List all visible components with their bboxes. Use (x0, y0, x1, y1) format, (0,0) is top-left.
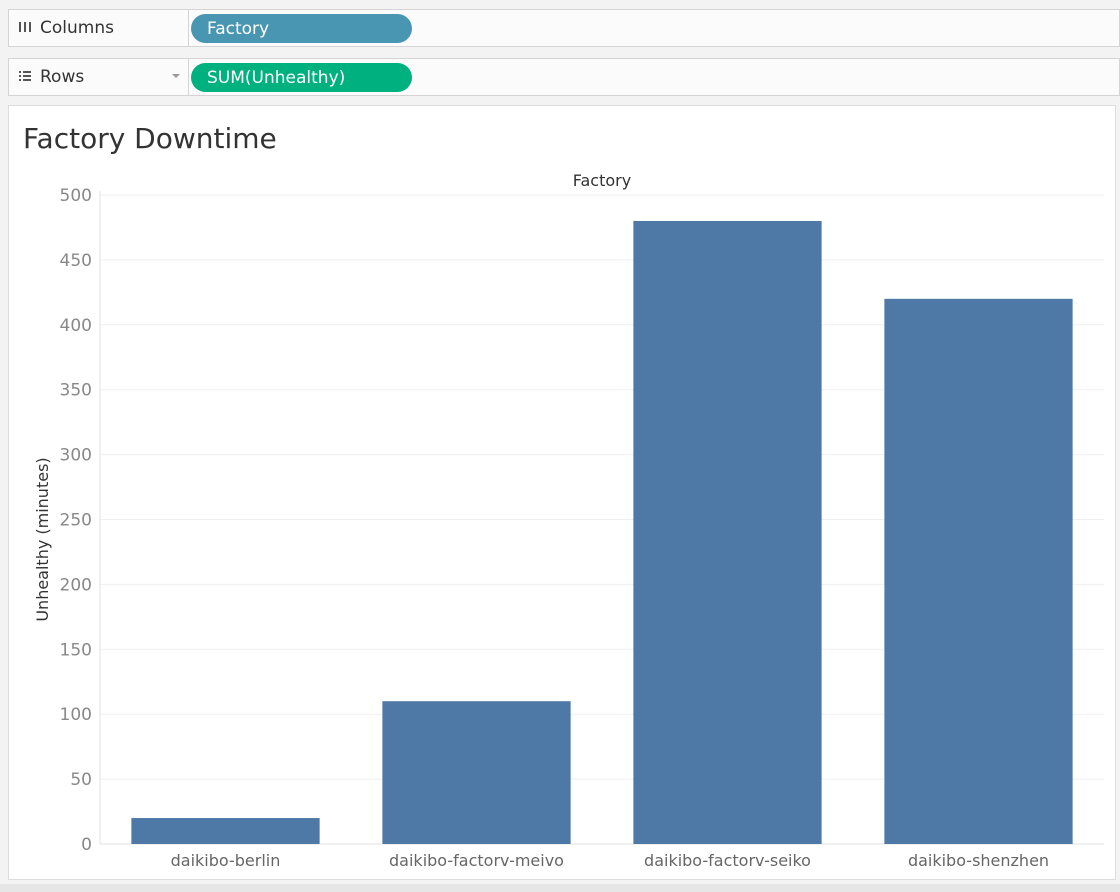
bar (131, 818, 320, 844)
x-tick-label: daikibo-shenzhen (908, 851, 1049, 870)
columns-shelf: Columns Factory (8, 9, 1120, 47)
rows-label-text: Rows (40, 67, 85, 87)
y-tick-label: 300 (60, 446, 92, 466)
y-tick-label: 0 (81, 835, 92, 855)
bar (382, 701, 571, 844)
x-tick-label: daikibo-factorv-meivo (389, 851, 564, 870)
y-tick-label: 350 (60, 381, 92, 401)
y-tick-label: 50 (70, 770, 92, 790)
y-tick-label: 500 (60, 186, 92, 206)
columns-label-text: Columns (40, 18, 114, 38)
y-tick-label: 450 (60, 251, 92, 271)
columns-icon (18, 18, 32, 38)
y-tick-label: 150 (60, 640, 92, 660)
sum-unhealthy-pill[interactable]: SUM(Unhealthy) (191, 63, 412, 92)
y-tick-label: 200 (60, 575, 92, 595)
bar-chart: 0 50 100 150 200 250 300 350 400 450 500 daikibo-be… (33, 171, 1104, 870)
y-tick-label: 400 (60, 316, 92, 336)
y-tick-label: 250 (60, 511, 92, 531)
x-tick-label: daikibo-berlin (171, 851, 281, 870)
rows-shelf: Rows SUM(Unhealthy) (8, 58, 1120, 96)
rows-dropdown-icon[interactable] (172, 74, 180, 78)
y-axis-label: Unhealthy (minutes) (33, 457, 52, 621)
rows-icon (18, 67, 32, 87)
x-axis-label: Factory (573, 171, 631, 190)
sheet-tab-strip (0, 884, 1120, 892)
x-tick-label: daikibo-factorv-seiko (644, 851, 811, 870)
y-tick-label: 100 (60, 705, 92, 725)
rows-shelf-label: Rows (9, 59, 189, 95)
bar (633, 220, 822, 845)
columns-shelf-label: Columns (9, 10, 189, 46)
bar (884, 298, 1073, 845)
factory-pill[interactable]: Factory (191, 14, 412, 43)
chart-canvas: Factory Downtime 0 50 100 150 200 250 300 350 40… (8, 105, 1116, 880)
